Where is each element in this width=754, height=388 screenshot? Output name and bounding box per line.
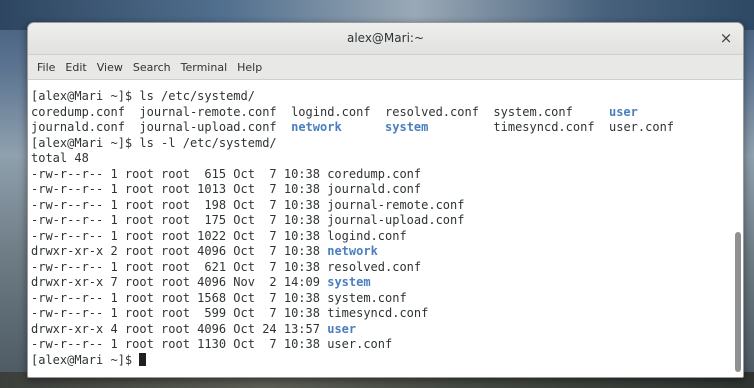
terminal-text: -rw-r--r-- 1 root root 1568 Oct 7 10:38 … bbox=[31, 290, 407, 305]
terminal-text: total 48 bbox=[31, 151, 89, 165]
terminal-line: -rw-r--r-- 1 root root 198 Oct 7 10:38 j… bbox=[31, 198, 674, 214]
terminal-text: -rw-r--r-- 1 root root 1013 Oct 7 10:38 … bbox=[31, 182, 422, 196]
terminal-text: drwxr-xr-x 4 root root 4096 Oct 24 13:57 bbox=[31, 321, 328, 336]
terminal-text: coredump.conf journal-remote.conf logind… bbox=[31, 104, 609, 119]
terminal-line: -rw-r--r-- 1 root root 1013 Oct 7 10:38 … bbox=[31, 182, 674, 198]
scrollbar[interactable] bbox=[735, 82, 741, 375]
terminal-text: -rw-r--r-- 1 root root 599 Oct 7 10:38 t… bbox=[31, 306, 429, 320]
terminal-text: drwxr-xr-x 7 root root 4096 Nov 2 14:09 bbox=[31, 275, 328, 289]
directory-name: system bbox=[385, 120, 429, 134]
terminal-text: -rw-r--r-- 1 root root 1022 Oct 7 10:38 … bbox=[31, 228, 407, 243]
terminal-text: -rw-r--r-- 1 root root 621 Oct 7 10:38 r… bbox=[31, 259, 422, 274]
terminal-line: journald.conf journal-upload.conf networ… bbox=[31, 120, 674, 136]
terminal-line: coredump.conf journal-remote.conf logind… bbox=[31, 105, 674, 121]
menu-help[interactable]: Help bbox=[232, 61, 267, 74]
terminal-text: -rw-r--r-- 1 root root 175 Oct 7 10:38 j… bbox=[31, 213, 465, 227]
scrollbar-thumb[interactable] bbox=[735, 232, 741, 372]
directory-name: network bbox=[291, 120, 342, 134]
terminal-text: -rw-r--r-- 1 root root 615 Oct 7 10:38 c… bbox=[31, 166, 422, 181]
terminal-line: -rw-r--r-- 1 root root 1130 Oct 7 10:38 … bbox=[31, 337, 674, 353]
prompt-line: [alex@Mari ~]$ bbox=[31, 352, 674, 369]
terminal-line: -rw-r--r-- 1 root root 1568 Oct 7 10:38 … bbox=[31, 291, 674, 307]
menu-view[interactable]: View bbox=[92, 61, 128, 74]
directory-name: system bbox=[327, 275, 371, 289]
terminal-line: [alex@Mari ~]$ ls -l /etc/systemd/ bbox=[31, 136, 674, 152]
terminal-line: drwxr-xr-x 2 root root 4096 Oct 7 10:38 … bbox=[31, 244, 674, 260]
terminal-text: timesyncd.conf user.conf bbox=[428, 120, 675, 134]
terminal-text: [alex@Mari ~]$ ls /etc/systemd/ bbox=[31, 89, 255, 103]
terminal-area[interactable]: [alex@Mari ~]$ ls /etc/systemd/coredump.… bbox=[28, 80, 743, 377]
directory-name: network bbox=[327, 244, 378, 258]
title-bar[interactable]: alex@Mari:~ × bbox=[28, 23, 743, 55]
directory-name: user bbox=[608, 104, 638, 119]
terminal-line: drwxr-xr-x 4 root root 4096 Oct 24 13:57… bbox=[31, 322, 674, 338]
terminal-text: journald.conf journal-upload.conf bbox=[31, 120, 292, 134]
menu-terminal[interactable]: Terminal bbox=[176, 61, 233, 74]
terminal-line: -rw-r--r-- 1 root root 175 Oct 7 10:38 j… bbox=[31, 213, 674, 229]
menu-edit[interactable]: Edit bbox=[60, 61, 91, 74]
close-icon[interactable]: × bbox=[717, 29, 735, 47]
terminal-line: [alex@Mari ~]$ ls /etc/systemd/ bbox=[31, 89, 674, 105]
terminal-text: drwxr-xr-x 2 root root 4096 Oct 7 10:38 bbox=[31, 244, 328, 258]
terminal-text: -rw-r--r-- 1 root root 1130 Oct 7 10:38 … bbox=[31, 337, 393, 351]
menu-file[interactable]: File bbox=[32, 61, 60, 74]
terminal-line: drwxr-xr-x 7 root root 4096 Nov 2 14:09 … bbox=[31, 275, 674, 291]
directory-name: user bbox=[327, 321, 357, 336]
terminal-line: -rw-r--r-- 1 root root 615 Oct 7 10:38 c… bbox=[31, 167, 674, 183]
window-title: alex@Mari:~ bbox=[346, 31, 425, 45]
terminal-text: -rw-r--r-- 1 root root 198 Oct 7 10:38 j… bbox=[31, 197, 465, 212]
terminal-window: alex@Mari:~ × File Edit View Search Term… bbox=[27, 22, 744, 378]
terminal-line: -rw-r--r-- 1 root root 599 Oct 7 10:38 t… bbox=[31, 306, 674, 322]
terminal-text: [alex@Mari ~]$ ls -l /etc/systemd/ bbox=[31, 135, 277, 150]
terminal-output: [alex@Mari ~]$ ls /etc/systemd/coredump.… bbox=[31, 89, 674, 368]
menu-bar: File Edit View Search Terminal Help bbox=[28, 55, 743, 80]
terminal-line: total 48 bbox=[31, 151, 674, 167]
terminal-line: -rw-r--r-- 1 root root 1022 Oct 7 10:38 … bbox=[31, 229, 674, 245]
menu-search[interactable]: Search bbox=[128, 61, 176, 74]
shell-prompt: [alex@Mari ~]$ bbox=[31, 352, 140, 367]
terminal-line: -rw-r--r-- 1 root root 621 Oct 7 10:38 r… bbox=[31, 260, 674, 276]
text-cursor bbox=[139, 352, 147, 366]
